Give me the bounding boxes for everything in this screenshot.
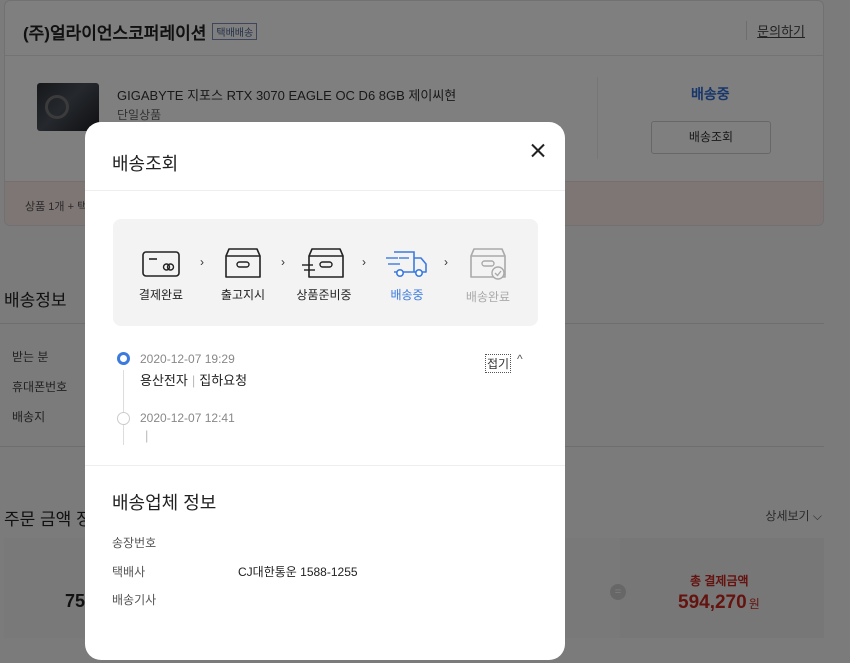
truck-icon	[386, 251, 427, 277]
timeline-entry: |	[145, 428, 148, 443]
chevron-right-icon: ›	[200, 255, 204, 269]
step-label: 배송중	[390, 288, 424, 302]
step-in-transit: 배송중	[377, 247, 437, 303]
separator: |	[145, 428, 149, 443]
step-delivered: 배송완료	[458, 247, 518, 305]
box-icon	[225, 248, 261, 278]
step-label: 결제완료	[138, 288, 184, 302]
chevron-right-icon: ›	[444, 255, 448, 269]
timeline-line	[123, 425, 124, 445]
tracking-number-label: 송장번호	[112, 536, 157, 550]
step-preparing: 상품준비중	[294, 247, 354, 303]
delivery-steps: 결제완료 › 출고지시 › 상품준비중 › 배송중 › 배송완료	[113, 219, 538, 326]
timeline-dot	[117, 412, 130, 425]
chevron-right-icon: ›	[362, 255, 366, 269]
timeline-line	[123, 370, 124, 416]
step-label: 출고지시	[220, 288, 266, 302]
divider	[85, 465, 565, 466]
timeline-dot-current	[117, 352, 130, 365]
box-check-icon	[470, 248, 506, 280]
close-icon[interactable]	[525, 138, 551, 164]
chevron-right-icon: ›	[281, 255, 285, 269]
courier-label: 택배사	[112, 565, 146, 579]
step-label: 상품준비중	[296, 288, 352, 302]
modal-title: 배송조회	[112, 154, 179, 174]
timeline-location: 용산전자	[140, 373, 188, 388]
timeline-status: 집하요청	[199, 373, 248, 388]
step-payment-complete: 결제완료	[131, 247, 191, 303]
driver-label: 배송기사	[112, 593, 157, 607]
carrier-info-title: 배송업체 정보	[112, 493, 217, 513]
separator: |	[191, 373, 196, 388]
box-prepare-icon	[302, 248, 344, 278]
fold-button[interactable]: 접기	[485, 354, 512, 373]
chevron-up-icon[interactable]: ^	[517, 352, 523, 366]
tracking-modal: 배송조회 결제완료 › 출고지시 › 상품준비중 › 배송중 › 배송완료 20…	[85, 122, 565, 660]
card-icon	[142, 251, 180, 277]
courier-value: CJ대한통운 1588-1255	[238, 565, 358, 579]
divider	[85, 190, 565, 191]
step-release-order: 출고지시	[213, 247, 273, 303]
timeline-datetime: 2020-12-07 12:41	[140, 411, 235, 425]
step-label: 배송완료	[465, 290, 511, 304]
timeline-datetime: 2020-12-07 19:29	[140, 352, 235, 366]
timeline-entry: 용산전자 | 집하요청	[140, 370, 247, 389]
